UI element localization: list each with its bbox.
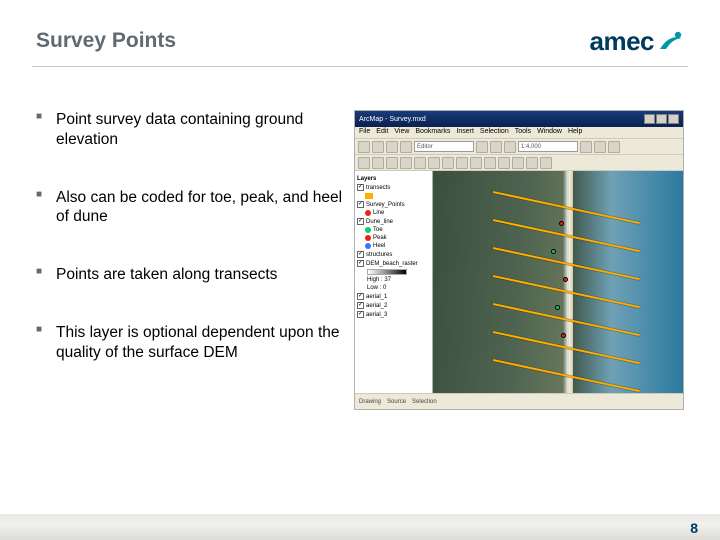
- point-symbol-icon: [365, 227, 371, 233]
- checkbox-icon: [357, 251, 364, 258]
- footer-bar: 8: [0, 514, 720, 540]
- menu-item: Help: [568, 128, 582, 137]
- menu-item: Tools: [515, 128, 531, 137]
- tool-icon: [386, 141, 398, 153]
- status-tab: Selection: [412, 399, 437, 405]
- toolbar-select: Editor: [414, 141, 474, 152]
- maximize-icon: [656, 114, 667, 124]
- toc-item: aerial_1: [357, 293, 430, 300]
- status-tab: Drawing: [359, 399, 381, 405]
- survey-point-icon: [551, 249, 556, 254]
- layer-toc: Layers transects Survey_Points Line Dune…: [355, 171, 433, 393]
- toolbar-select: 1:4,000: [518, 141, 578, 152]
- toc-label: Low : 0: [357, 285, 430, 291]
- bullet-item: Also can be coded for toe, peak, and hee…: [36, 188, 344, 228]
- bullet-item: Points are taken along transects: [36, 265, 344, 285]
- menu-item: Insert: [456, 128, 474, 137]
- menu-item: Bookmarks: [415, 128, 450, 137]
- tool-icon: [400, 141, 412, 153]
- toc-label: High : 37: [357, 277, 430, 283]
- logo-text: amec: [590, 26, 655, 57]
- menu-item: View: [394, 128, 409, 137]
- tool-icon: [372, 141, 384, 153]
- tool-icon: [428, 157, 440, 169]
- menu-item: File: [359, 128, 370, 137]
- gis-screenshot: ArcMap - Survey.mxd File Edit View Bookm…: [354, 110, 684, 410]
- tool-icon: [490, 141, 502, 153]
- close-icon: [668, 114, 679, 124]
- tool-icon: [358, 141, 370, 153]
- toc-symbol: Heel: [357, 243, 430, 249]
- minimize-icon: [644, 114, 655, 124]
- menu-item: Edit: [376, 128, 388, 137]
- window-title: ArcMap - Survey.mxd: [359, 116, 426, 123]
- checkbox-icon: [357, 293, 364, 300]
- toc-item: Dune_line: [357, 218, 430, 225]
- checkbox-icon: [357, 201, 364, 208]
- header-divider: [32, 66, 688, 67]
- tool-icon: [442, 157, 454, 169]
- tool-icon: [484, 157, 496, 169]
- tool-icon: [456, 157, 468, 169]
- survey-point-icon: [561, 333, 566, 338]
- logo-swoosh-icon: [656, 27, 684, 55]
- checkbox-icon: [357, 260, 364, 267]
- tool-icon: [504, 141, 516, 153]
- toc-symbol: Line: [357, 210, 430, 216]
- menu-item: Window: [537, 128, 562, 137]
- toc-item: transects: [357, 184, 430, 191]
- checkbox-icon: [357, 218, 364, 225]
- tool-icon: [594, 141, 606, 153]
- tool-icon: [608, 141, 620, 153]
- status-tab: Source: [387, 399, 406, 405]
- bullet-item: This layer is optional dependent upon th…: [36, 323, 344, 363]
- line-symbol-icon: [365, 193, 373, 199]
- checkbox-icon: [357, 311, 364, 318]
- tool-icon: [580, 141, 592, 153]
- toc-item: aerial_2: [357, 302, 430, 309]
- menu-bar: File Edit View Bookmarks Insert Selectio…: [355, 127, 683, 139]
- toc-symbol: Peak: [357, 235, 430, 241]
- bullet-list: Point survey data containing ground elev…: [36, 110, 344, 480]
- menu-item: Selection: [480, 128, 509, 137]
- checkbox-icon: [357, 302, 364, 309]
- toc-symbol: Toe: [357, 227, 430, 233]
- point-symbol-icon: [365, 243, 371, 249]
- point-symbol-icon: [365, 210, 371, 216]
- tool-icon: [512, 157, 524, 169]
- raster-ramp-icon: [367, 269, 407, 275]
- tool-icon: [358, 157, 370, 169]
- toc-header: Layers: [357, 176, 430, 182]
- tool-icon: [526, 157, 538, 169]
- brand-logo: amec: [590, 26, 685, 57]
- toolbar-row: Editor 1:4,000: [355, 139, 683, 155]
- tool-icon: [414, 157, 426, 169]
- page-number: 8: [690, 520, 698, 536]
- map-surf: [563, 171, 573, 393]
- tool-icon: [386, 157, 398, 169]
- point-symbol-icon: [365, 235, 371, 241]
- survey-point-icon: [559, 221, 564, 226]
- tool-icon: [400, 157, 412, 169]
- tool-icon: [372, 157, 384, 169]
- toc-symbol: [357, 193, 430, 199]
- toc-item: Survey_Points: [357, 201, 430, 208]
- tool-icon: [476, 141, 488, 153]
- toc-item: DEM_beach_raster: [357, 260, 430, 267]
- toc-item: structures: [357, 251, 430, 258]
- status-bar: Drawing Source Selection: [355, 393, 683, 409]
- checkbox-icon: [357, 184, 364, 191]
- toc-item: aerial_3: [357, 311, 430, 318]
- map-view: [433, 171, 683, 393]
- toolbar-row: [355, 155, 683, 171]
- window-titlebar: ArcMap - Survey.mxd: [355, 111, 683, 127]
- tool-icon: [470, 157, 482, 169]
- tool-icon: [540, 157, 552, 169]
- survey-point-icon: [555, 305, 560, 310]
- survey-point-icon: [563, 277, 568, 282]
- slide-title: Survey Points: [36, 29, 176, 53]
- bullet-item: Point survey data containing ground elev…: [36, 110, 344, 150]
- tool-icon: [498, 157, 510, 169]
